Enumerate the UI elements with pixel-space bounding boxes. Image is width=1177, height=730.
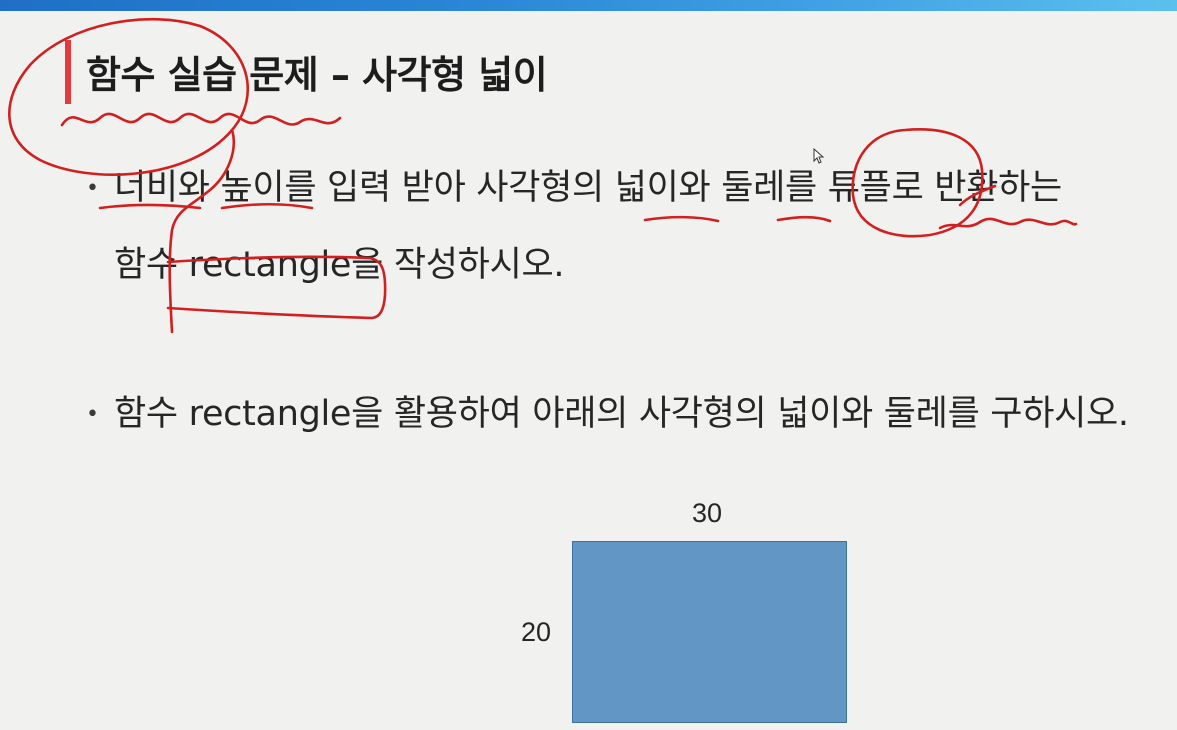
title-accent-bar xyxy=(65,40,71,104)
bullet-item-2: • 함수 rectangle을 활용하여 아래의 사각형의 넓이와 둘레를 구하… xyxy=(86,376,1129,453)
rectangle-figure xyxy=(572,541,847,723)
mouse-pointer-icon xyxy=(813,148,825,164)
title-wavy-underline xyxy=(60,112,342,127)
presentation-slide: 함수 실습 문제 – 사각형 넓이 • 너비와 높이를 입력 받아 사각형의 넓… xyxy=(0,0,1177,730)
bullet-1-line-1: 너비와 높이를 입력 받아 사각형의 넓이와 둘레를 튜플로 반환하는 xyxy=(114,168,1062,208)
top-decorative-band xyxy=(0,0,1177,11)
bullet-dot: • xyxy=(86,402,99,427)
bullet-1-line-2: 함수 rectangle을 작성하시오. xyxy=(114,245,565,285)
rectangle-width-label: 30 xyxy=(692,498,723,528)
bullet-2-line-1: 함수 rectangle을 활용하여 아래의 사각형의 넓이와 둘레를 구하시오… xyxy=(114,394,1129,434)
bullet-dot: • xyxy=(86,176,99,201)
bullet-item-1: • 너비와 높이를 입력 받아 사각형의 넓이와 둘레를 튜플로 반환하는 함수… xyxy=(86,150,1062,304)
slide-title: 함수 실습 문제 – 사각형 넓이 xyxy=(86,53,548,97)
rectangle-height-label: 20 xyxy=(521,617,552,647)
